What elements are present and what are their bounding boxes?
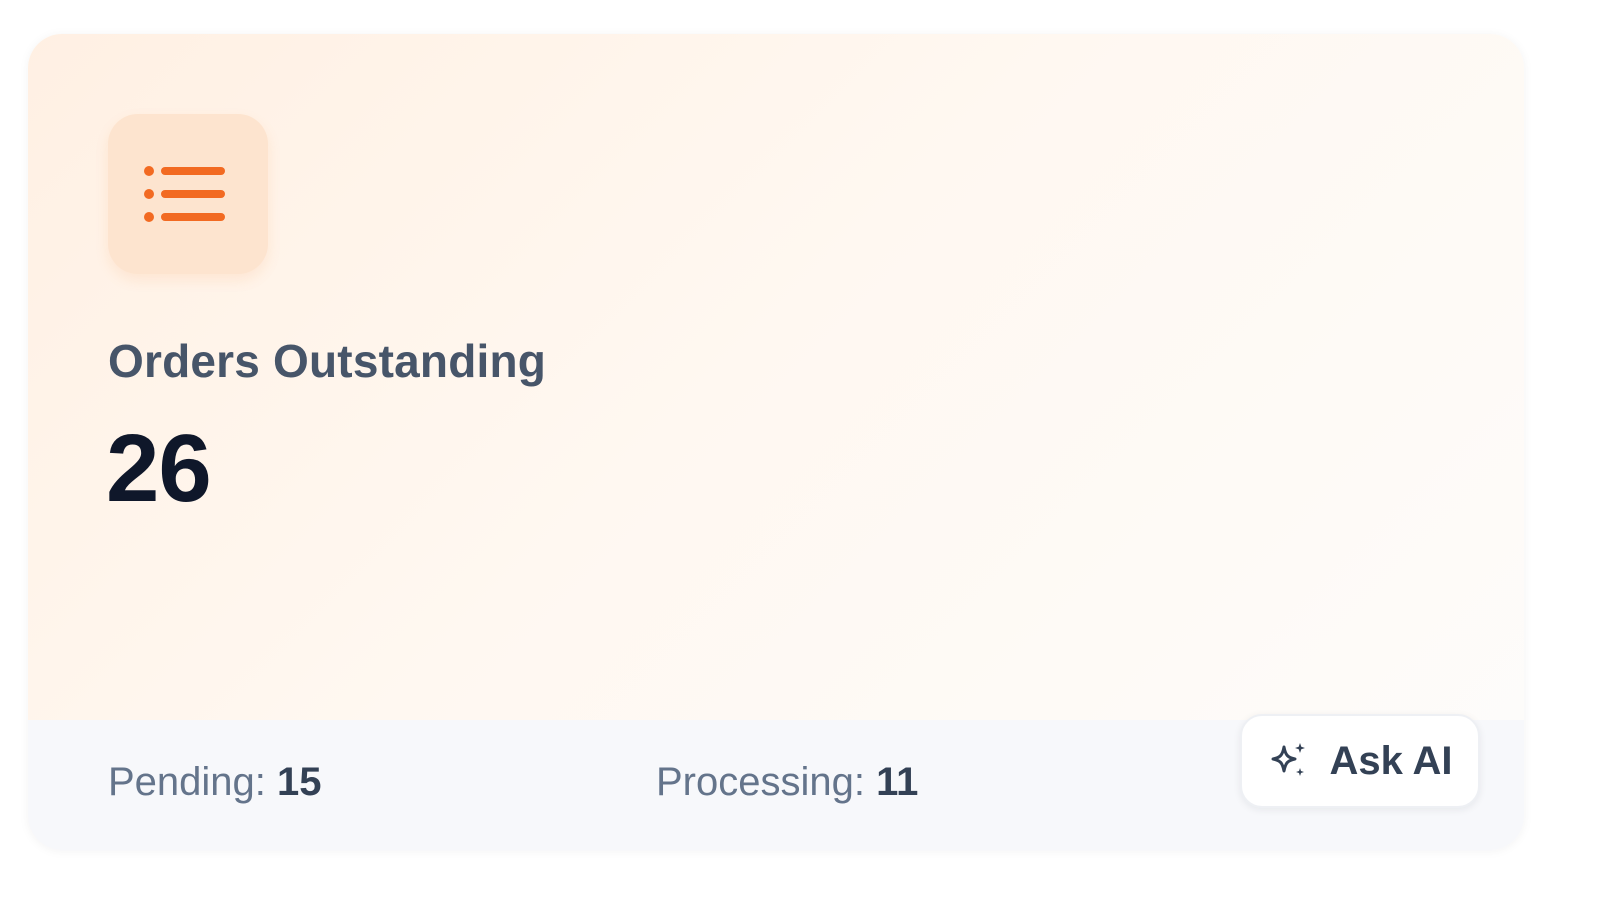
processing-stat: Processing: 11 bbox=[656, 760, 918, 805]
orders-outstanding-card: Orders Outstanding 26 Pending: 15 Proces… bbox=[28, 34, 1524, 850]
processing-label: Processing: bbox=[656, 760, 865, 804]
orders-count: 26 bbox=[106, 415, 212, 522]
pending-value: 15 bbox=[277, 760, 322, 804]
ask-ai-button[interactable]: Ask AI bbox=[1240, 714, 1480, 808]
ask-ai-label: Ask AI bbox=[1329, 738, 1453, 783]
card-title: Orders Outstanding bbox=[108, 335, 547, 387]
sparkles-icon bbox=[1271, 743, 1306, 776]
icon-tile bbox=[108, 114, 268, 274]
list-icon bbox=[144, 166, 225, 222]
pending-label: Pending: bbox=[108, 760, 266, 804]
processing-value: 11 bbox=[876, 760, 919, 804]
pending-stat: Pending: 15 bbox=[108, 760, 322, 805]
